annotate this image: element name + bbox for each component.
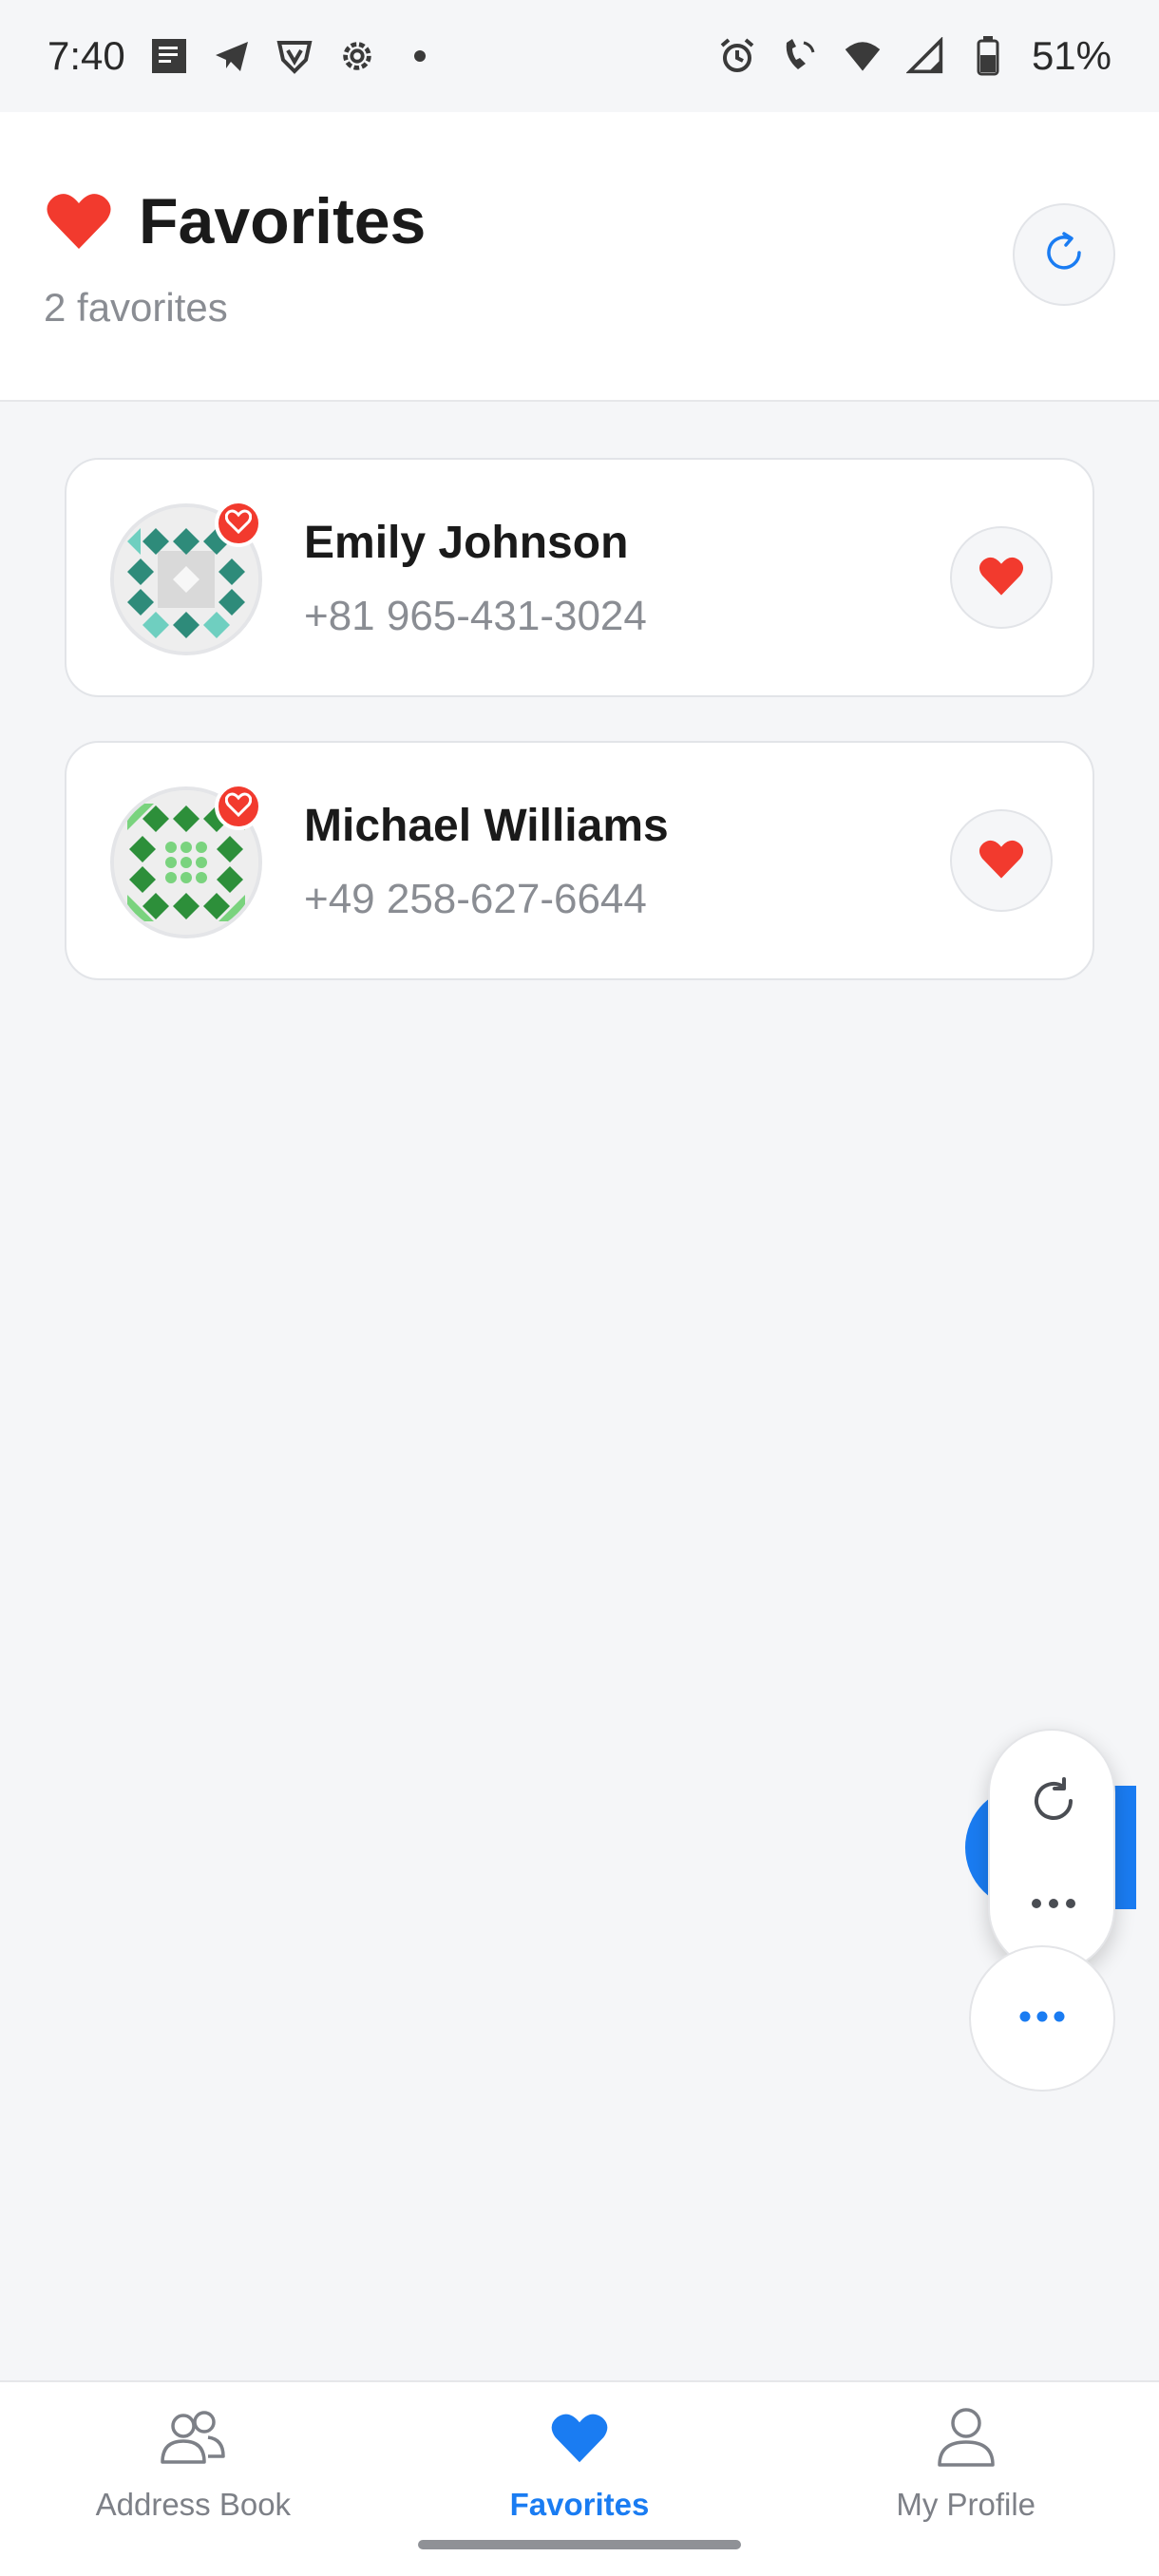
contact-phone: +49 258-627-6644 xyxy=(304,876,647,922)
nav-my-profile[interactable]: My Profile xyxy=(772,2382,1159,2576)
nav-address-book[interactable]: Address Book xyxy=(0,2382,387,2576)
wifi-icon xyxy=(844,37,882,75)
refresh-button[interactable] xyxy=(1013,203,1115,306)
menu-more-button[interactable] xyxy=(1016,1867,1092,1943)
status-bar-left: 7:40 xyxy=(48,33,439,79)
contact-name: Emily Johnson xyxy=(304,518,629,568)
heart-outline-icon xyxy=(224,792,253,822)
page-title: Favorites xyxy=(139,185,427,257)
contact-card[interactable]: Michael Williams +49 258-627-6644 xyxy=(65,741,1094,980)
battery-percentage: 51% xyxy=(1031,33,1112,78)
refresh-icon xyxy=(1041,230,1087,280)
menu-refresh-button[interactable] xyxy=(1016,1765,1092,1841)
favorite-badge xyxy=(215,783,262,830)
dot-icon xyxy=(401,37,439,75)
more-horizontal-icon xyxy=(1030,1897,1077,1915)
unfavorite-button[interactable] xyxy=(950,526,1053,629)
heart-outline-icon xyxy=(224,509,253,539)
telegram-icon xyxy=(213,37,251,75)
heart-icon xyxy=(542,2401,618,2473)
people-icon xyxy=(155,2401,231,2473)
refresh-icon xyxy=(1028,1775,1079,1831)
nav-label: My Profile xyxy=(896,2487,1036,2522)
home-indicator[interactable] xyxy=(418,2540,741,2549)
heart-icon xyxy=(978,555,1025,601)
contact-card[interactable]: Emily Johnson +81 965-431-3024 xyxy=(65,458,1094,697)
page-header: Favorites 2 favorites xyxy=(0,112,1159,402)
settings-icon xyxy=(338,37,376,75)
wifi-call-icon xyxy=(781,37,819,75)
nav-label: Favorites xyxy=(509,2487,650,2522)
status-time: 7:40 xyxy=(48,33,125,78)
contact-name: Michael Williams xyxy=(304,801,669,851)
heart-icon xyxy=(978,838,1025,884)
status-bar-right: 51% xyxy=(718,33,1112,79)
battery-icon xyxy=(969,36,1007,76)
person-icon xyxy=(928,2401,1004,2473)
alarm-icon xyxy=(718,37,756,75)
contact-phone: +81 965-431-3024 xyxy=(304,593,647,639)
notes-icon xyxy=(150,37,188,75)
favorites-count: 2 favorites xyxy=(44,285,228,330)
signal-icon xyxy=(905,37,944,75)
more-horizontal-icon xyxy=(1018,2010,1066,2028)
nav-label: Address Book xyxy=(95,2487,292,2522)
vpn-shield-icon xyxy=(276,37,314,75)
floating-menu xyxy=(988,1729,1115,1972)
status-bar: 7:40 51% xyxy=(0,0,1159,112)
unfavorite-button[interactable] xyxy=(950,809,1053,912)
heart-icon xyxy=(46,190,112,251)
favorite-badge xyxy=(215,500,262,547)
more-options-button[interactable] xyxy=(969,1945,1115,2092)
